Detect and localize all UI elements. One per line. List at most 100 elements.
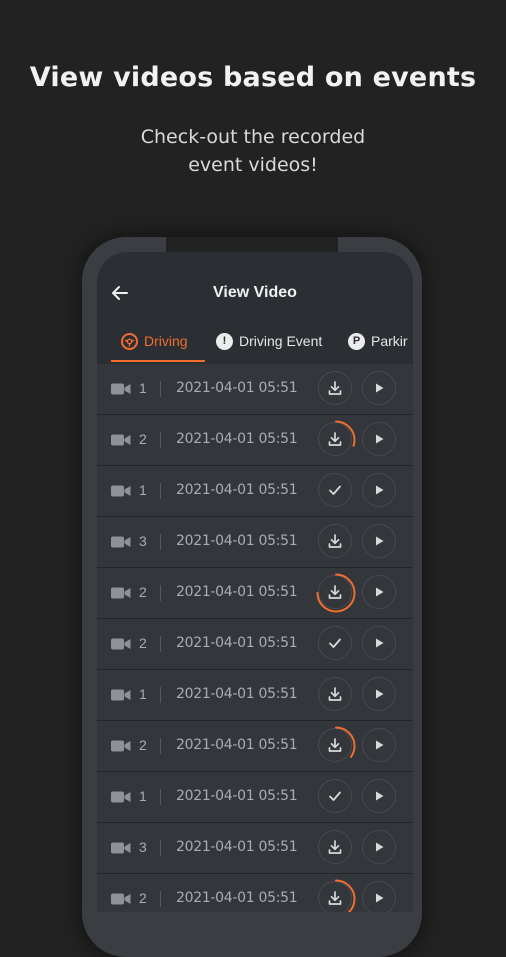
video-row[interactable]: 1 2021-04-01 05:51 bbox=[97, 364, 413, 415]
active-tab-indicator bbox=[111, 360, 205, 362]
play-button[interactable] bbox=[362, 626, 396, 660]
channel-number: 1 bbox=[139, 380, 147, 396]
video-row[interactable]: 2 2021-04-01 05:51 bbox=[97, 721, 413, 772]
video-row[interactable]: 2 2021-04-01 05:51 bbox=[97, 568, 413, 619]
recording-datetime: 2021-04-01 05:51 bbox=[176, 635, 298, 651]
video-row[interactable]: 1 2021-04-01 05:51 bbox=[97, 466, 413, 517]
download-icon bbox=[327, 686, 343, 702]
tab-driving-event[interactable]: ! Driving Event bbox=[216, 322, 322, 360]
channel-number: 1 bbox=[139, 788, 147, 804]
play-button[interactable] bbox=[362, 677, 396, 711]
play-icon bbox=[373, 484, 385, 496]
divider bbox=[160, 483, 161, 499]
recording-datetime: 2021-04-01 05:51 bbox=[176, 380, 298, 396]
play-button[interactable] bbox=[362, 422, 396, 456]
promo-subline-line-1: Check-out the recorded bbox=[140, 126, 366, 148]
channel-number: 3 bbox=[139, 839, 147, 855]
channel-number: 1 bbox=[139, 686, 147, 702]
download-icon bbox=[327, 839, 343, 855]
promo-subline-line-2: event videos! bbox=[188, 154, 318, 176]
divider bbox=[160, 840, 161, 856]
progress-ring bbox=[316, 420, 356, 460]
download-button[interactable] bbox=[318, 677, 352, 711]
play-button[interactable] bbox=[362, 728, 396, 762]
video-camera-icon bbox=[111, 638, 131, 650]
recording-datetime: 2021-04-01 05:51 bbox=[176, 482, 298, 498]
divider bbox=[160, 534, 161, 550]
channel-number: 2 bbox=[139, 584, 147, 600]
divider bbox=[160, 738, 161, 754]
parking-icon: P bbox=[348, 332, 365, 350]
page-title: View Video bbox=[213, 284, 297, 301]
play-button[interactable] bbox=[362, 524, 396, 558]
tab-bar: Driving ! Driving Event P Parkir bbox=[97, 322, 413, 362]
channel-number: 2 bbox=[139, 737, 147, 753]
play-icon bbox=[373, 841, 385, 853]
download-button[interactable] bbox=[316, 879, 356, 912]
divider bbox=[160, 636, 161, 652]
download-button[interactable] bbox=[318, 473, 352, 507]
video-camera-icon bbox=[111, 434, 131, 446]
download-icon bbox=[327, 533, 343, 549]
progress-ring bbox=[316, 726, 356, 766]
play-button[interactable] bbox=[362, 779, 396, 813]
video-row[interactable]: 2 2021-04-01 05:51 bbox=[97, 874, 413, 912]
video-camera-icon bbox=[111, 893, 131, 905]
app-screen: View Video Driving ! Driving Event P Par… bbox=[97, 252, 413, 912]
video-camera-icon bbox=[111, 383, 131, 395]
recording-datetime: 2021-04-01 05:51 bbox=[176, 788, 298, 804]
video-row[interactable]: 3 2021-04-01 05:51 bbox=[97, 517, 413, 568]
play-icon bbox=[373, 790, 385, 802]
app-bar: View Video bbox=[97, 274, 413, 314]
channel-number: 1 bbox=[139, 482, 147, 498]
play-icon bbox=[373, 688, 385, 700]
play-button[interactable] bbox=[362, 881, 396, 912]
download-button[interactable] bbox=[316, 420, 356, 460]
divider bbox=[160, 585, 161, 601]
play-icon bbox=[373, 637, 385, 649]
video-list: 1 2021-04-01 05:51 2 2021-04-01 05:51 1 2021-… bbox=[97, 364, 413, 912]
tab-label: Parkir bbox=[371, 333, 408, 349]
tab-driving[interactable]: Driving bbox=[121, 322, 188, 360]
download-button[interactable] bbox=[318, 524, 352, 558]
download-button[interactable] bbox=[316, 726, 356, 766]
video-row[interactable]: 3 2021-04-01 05:51 bbox=[97, 823, 413, 874]
tab-label: Driving bbox=[144, 333, 188, 349]
video-row[interactable]: 2 2021-04-01 05:51 bbox=[97, 415, 413, 466]
video-row[interactable]: 1 2021-04-01 05:51 bbox=[97, 670, 413, 721]
channel-number: 3 bbox=[139, 533, 147, 549]
video-camera-icon bbox=[111, 485, 131, 497]
tab-parking[interactable]: P Parkir bbox=[348, 322, 408, 360]
progress-ring bbox=[316, 573, 356, 613]
tab-label: Driving Event bbox=[239, 333, 323, 349]
download-button[interactable] bbox=[318, 371, 352, 405]
recording-datetime: 2021-04-01 05:51 bbox=[176, 584, 298, 600]
recording-datetime: 2021-04-01 05:51 bbox=[176, 686, 298, 702]
play-icon bbox=[373, 586, 385, 598]
video-row[interactable]: 1 2021-04-01 05:51 bbox=[97, 772, 413, 823]
divider bbox=[160, 789, 161, 805]
channel-number: 2 bbox=[139, 635, 147, 651]
play-button[interactable] bbox=[362, 371, 396, 405]
video-row[interactable]: 2 2021-04-01 05:51 bbox=[97, 619, 413, 670]
downloaded-check-icon bbox=[328, 789, 342, 803]
download-button[interactable] bbox=[318, 779, 352, 813]
video-camera-icon bbox=[111, 536, 131, 548]
video-camera-icon bbox=[111, 842, 131, 854]
divider bbox=[160, 432, 161, 448]
video-camera-icon bbox=[111, 791, 131, 803]
play-icon bbox=[373, 382, 385, 394]
download-button[interactable] bbox=[318, 626, 352, 660]
recording-datetime: 2021-04-01 05:51 bbox=[176, 737, 298, 753]
play-icon bbox=[373, 433, 385, 445]
video-camera-icon bbox=[111, 689, 131, 701]
download-button[interactable] bbox=[318, 830, 352, 864]
exclamation-icon: ! bbox=[216, 332, 233, 350]
recording-datetime: 2021-04-01 05:51 bbox=[176, 839, 298, 855]
play-button[interactable] bbox=[362, 575, 396, 609]
downloaded-check-icon bbox=[328, 483, 342, 497]
video-camera-icon bbox=[111, 587, 131, 599]
download-button[interactable] bbox=[316, 573, 356, 613]
play-button[interactable] bbox=[362, 473, 396, 507]
play-button[interactable] bbox=[362, 830, 396, 864]
